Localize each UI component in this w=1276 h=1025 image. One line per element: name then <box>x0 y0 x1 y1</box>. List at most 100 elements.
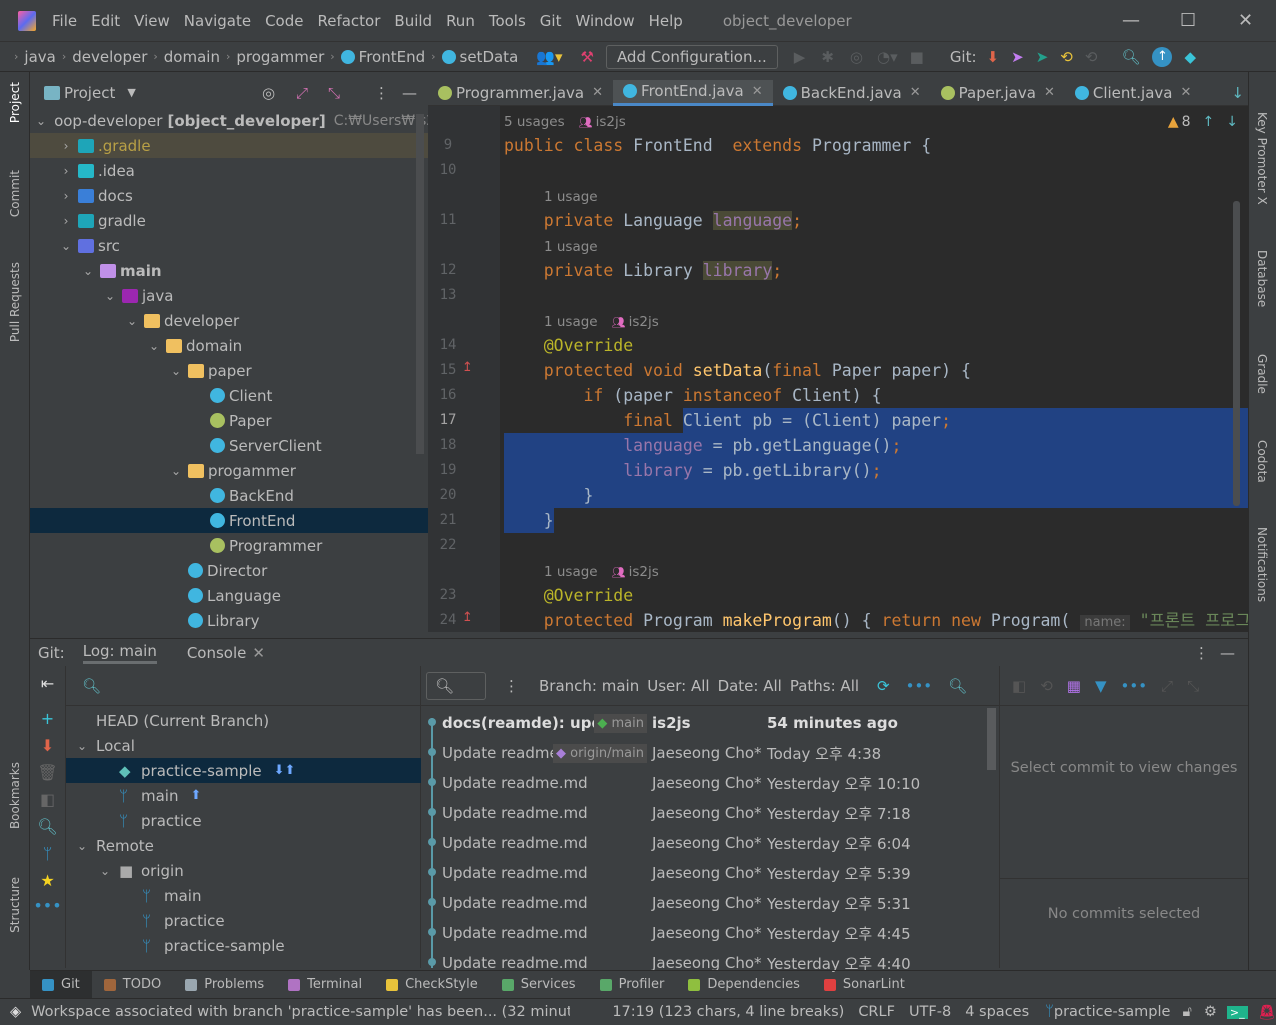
more-icon[interactable]: ••• <box>30 896 65 915</box>
status-message[interactable]: Workspace associated with branch 'practi… <box>31 1004 570 1020</box>
tool-tab-codota[interactable]: Codota <box>1255 440 1269 483</box>
tool-tab-project[interactable]: Project <box>8 82 22 123</box>
menu-window[interactable]: Window <box>575 12 634 30</box>
previous-highlight-icon[interactable]: ↑ <box>1203 114 1215 130</box>
tree-item-director[interactable]: Director <box>30 558 428 583</box>
search-everywhere-icon[interactable]: 🔍︎ <box>1121 48 1140 66</box>
revert-icon[interactable]: ⟲ <box>1040 677 1053 695</box>
tool-tab-database[interactable]: Database <box>1255 250 1269 307</box>
coverage-icon[interactable]: ◎ <box>850 48 863 66</box>
chevron-right-icon[interactable]: › <box>58 164 74 178</box>
chevron-down-icon[interactable]: ⌄ <box>58 239 74 253</box>
tool-button-profiler[interactable]: Profiler <box>588 971 677 999</box>
inspection-widget[interactable]: ▲ 8 ↑ ↓ <box>1168 114 1238 130</box>
debug-icon[interactable]: ✱ <box>821 48 834 66</box>
menu-code[interactable]: Code <box>265 12 303 30</box>
close-tab-icon[interactable]: ✕ <box>1044 85 1055 100</box>
tree-item-programmer[interactable]: Programmer <box>30 533 428 558</box>
tab-backend[interactable]: BackEnd.java ✕ <box>773 80 931 106</box>
branch-graph-icon[interactable]: ᛘ <box>30 844 65 863</box>
tree-item-docs[interactable]: › docs <box>30 183 428 208</box>
date-filter[interactable]: Date: All <box>718 677 782 695</box>
git-commit-icon[interactable]: ➤ <box>1011 48 1024 66</box>
branch-filter[interactable]: Branch: main <box>539 677 639 695</box>
author-hint[interactable]: is2js <box>629 314 659 330</box>
tab-console[interactable]: Console <box>187 644 247 662</box>
override-gutter-icon[interactable]: ↥ <box>462 360 473 375</box>
terminal-icon[interactable]: >_ <box>1226 1005 1248 1019</box>
log-scrollbar[interactable] <box>987 708 996 770</box>
collapse-branches-icon[interactable]: ⇤ <box>30 674 65 693</box>
tool-button-todo[interactable]: TODO <box>92 971 173 999</box>
tool-tab-pull-requests[interactable]: Pull Requests <box>8 262 22 342</box>
tool-button-terminal[interactable]: Terminal <box>276 971 374 999</box>
git-update-icon[interactable]: ⬇ <box>987 48 1000 66</box>
chevron-down-icon[interactable]: ▼ <box>127 86 135 99</box>
git-push-icon[interactable]: ➤ <box>1036 48 1049 66</box>
breadcrumb-item[interactable]: FrontEnd <box>359 48 425 66</box>
project-view-selector[interactable]: Project <box>64 84 115 102</box>
expand-all-icon[interactable]: ⤢ <box>296 84 308 102</box>
project-scrollbar[interactable] <box>416 114 424 454</box>
more-icon[interactable]: ••• <box>1121 677 1148 695</box>
close-window-button[interactable]: ✕ <box>1238 10 1253 31</box>
chevron-right-icon[interactable]: › <box>58 189 74 203</box>
tree-item-gradle[interactable]: › gradle <box>30 208 428 233</box>
show-hidden-tabs-icon[interactable]: ↓ <box>1231 84 1244 102</box>
tree-item-gradle[interactable]: › .gradle <box>30 133 428 158</box>
tool-tab-commit[interactable]: Commit <box>8 170 22 217</box>
branch-item[interactable]: ◆ practice-sample ⬇⬆ <box>66 758 421 783</box>
alert-icon[interactable]: 🚨︎ <box>1258 1004 1276 1021</box>
line-separator[interactable]: CRLF <box>858 1004 895 1020</box>
branch-item[interactable]: ᛘ practice-sample <box>66 933 421 958</box>
diff-icon[interactable]: ◧ <box>1012 677 1026 695</box>
tab-programmer[interactable]: Programmer.java ✕ <box>428 80 613 106</box>
chevron-right-icon[interactable]: › <box>58 139 74 153</box>
hide-icon[interactable]: — <box>1220 644 1235 662</box>
tool-tab-structure[interactable]: Structure <box>8 877 22 933</box>
commit-row[interactable]: docs(reamde): update ◆ main is2js 54 minute… <box>421 708 986 738</box>
menu-tools[interactable]: Tools <box>489 12 526 30</box>
profile-icon[interactable]: ◔▾ <box>877 48 898 66</box>
chevron-down-icon[interactable]: ⌄ <box>124 314 140 328</box>
tool-tab-bookmarks[interactable]: Bookmarks <box>8 762 22 829</box>
commit-row[interactable]: Update readme.md Jaeseong Cho* Yesterday 오… <box>421 768 986 798</box>
tree-item-language[interactable]: Language <box>30 583 428 608</box>
usages-hint[interactable]: 1 usage <box>544 239 598 255</box>
branch-item[interactable]: ⌄ Remote <box>66 833 421 858</box>
branch-item[interactable]: ᛘ practice <box>66 808 421 833</box>
tool-tab-key-promoter[interactable]: Key Promoter X <box>1255 112 1269 205</box>
override-gutter-icon[interactable]: ↥ <box>462 610 473 625</box>
caret-position[interactable]: 17:19 (123 chars, 4 line breaks) <box>612 1004 844 1020</box>
new-branch-icon[interactable]: + <box>30 709 65 728</box>
chevron-down-icon[interactable]: ⌄ <box>102 289 118 303</box>
breadcrumb-item[interactable]: developer <box>72 48 147 66</box>
commit-row[interactable]: Update readme.md Jaeseong Cho* Yesterday 오… <box>421 918 986 948</box>
code-vision-hint[interactable]: 1 usage 👥︎ is2js <box>428 558 1248 583</box>
tool-tab-gradle[interactable]: Gradle <box>1255 354 1269 394</box>
menu-navigate[interactable]: Navigate <box>184 12 251 30</box>
commit-row[interactable]: Update readme.md Jaeseong Cho* Yesterday 오… <box>421 798 986 828</box>
group-by-icon[interactable]: ▦ <box>1067 677 1081 695</box>
branch-item[interactable]: ᛘ practice <box>66 908 421 933</box>
tool-tab-notifications[interactable]: Notifications <box>1255 527 1269 602</box>
code-vision-hint[interactable]: 5 usages 👥︎ is2js <box>428 108 1248 133</box>
close-tab-icon[interactable]: ✕ <box>910 85 921 100</box>
minimize-button[interactable]: — <box>1122 10 1140 31</box>
delete-branch-icon[interactable]: 🗑︎ <box>30 763 65 782</box>
usages-hint[interactable]: 1 usage <box>544 189 598 205</box>
search-icon[interactable]: 🔍︎ <box>30 817 65 836</box>
menu-file[interactable]: File <box>52 12 77 30</box>
chevron-down-icon[interactable]: ⌄ <box>168 464 184 478</box>
tree-item-library[interactable]: Library <box>30 608 428 632</box>
menu-git[interactable]: Git <box>540 12 562 30</box>
build-hammer-icon[interactable]: ⚒ <box>580 48 593 66</box>
code-with-me-icon[interactable]: ◆ <box>1184 48 1196 66</box>
branch-item[interactable]: ⌄ Local <box>66 733 421 758</box>
lock-icon[interactable]: 🔓︎ <box>1182 1004 1191 1020</box>
maximize-button[interactable]: ☐ <box>1180 10 1196 31</box>
tree-item-paper[interactable]: Paper <box>30 408 428 433</box>
tab-client[interactable]: Client.java ✕ <box>1065 80 1202 106</box>
collaborators-icon[interactable]: 👥▾ <box>536 48 562 66</box>
update-ide-icon[interactable]: ↑ <box>1152 46 1173 67</box>
